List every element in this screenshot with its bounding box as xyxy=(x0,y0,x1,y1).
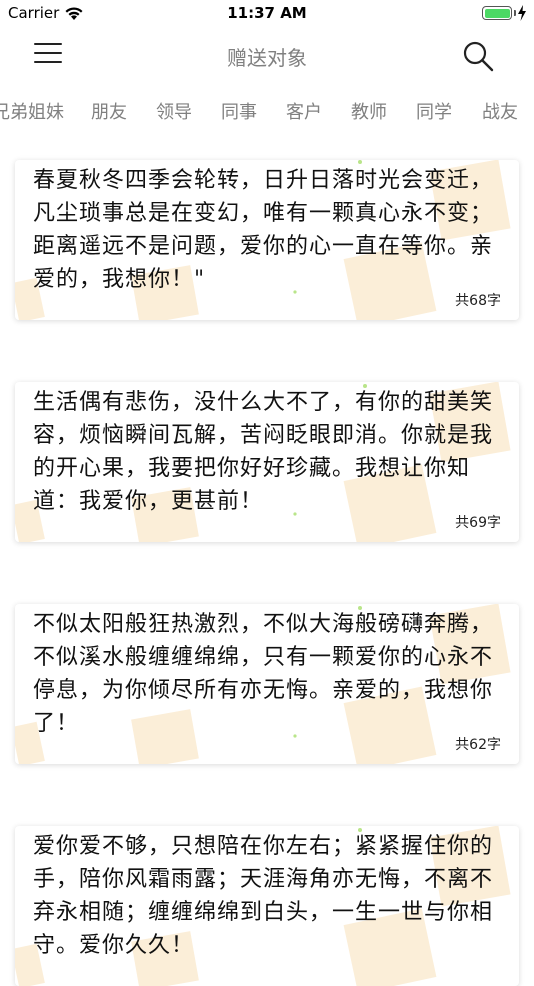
message-text: 生活偶有悲伤，没什么大不了，有你的甜美笑容，烦恼瞬间瓦解，苦闷眨眼即消。你就是我… xyxy=(33,390,494,514)
message-card[interactable]: 不似太阳般狂热激烈，不似大海般磅礴奔腾，不似溪水般缠缠绵绵，只有一颗爱你的心永不… xyxy=(15,604,519,764)
search-icon[interactable] xyxy=(462,40,494,72)
tab-comrades[interactable]: 战友 xyxy=(482,98,518,124)
tab-clients[interactable]: 客户 xyxy=(286,98,322,124)
message-text: 不似太阳般狂热激烈，不似大海般磅礴奔腾，不似溪水般缠缠绵绵，只有一颗爱你的心永不… xyxy=(33,612,494,736)
tab-classmates[interactable]: 同学 xyxy=(416,98,452,124)
message-card[interactable]: 生活偶有悲伤，没什么大不了，有你的甜美笑容，烦恼瞬间瓦解，苦闷眨眼即消。你就是我… xyxy=(15,382,519,542)
message-card[interactable]: 爱你爱不够，只想陪在你左右；紧紧握住你的手，陪你风霜雨露；天涯海角亦无悔，不离不… xyxy=(15,826,519,986)
battery-icon xyxy=(482,6,512,20)
battery-tip xyxy=(514,10,516,16)
tab-colleagues[interactable]: 同事 xyxy=(221,98,257,124)
charging-icon xyxy=(518,5,526,21)
page-title: 赠送对象 xyxy=(227,46,307,70)
message-text: 爱你爱不够，只想陪在你左右；紧紧握住你的手，陪你风霜雨露；天涯海角亦无悔，不离不… xyxy=(33,834,494,958)
tab-friends[interactable]: 朋友 xyxy=(91,98,127,124)
tab-siblings[interactable]: 兄弟姐妹 xyxy=(0,98,64,124)
tab-teachers[interactable]: 教师 xyxy=(351,98,387,124)
status-bar: Carrier 11:37 AM xyxy=(0,0,534,28)
tab-leaders[interactable]: 领导 xyxy=(156,98,192,124)
battery-fill xyxy=(484,8,510,18)
category-tabs: 兄弟姐妹 朋友 领导 同事 客户 教师 同学 战友 xyxy=(0,86,534,134)
clock: 11:37 AM xyxy=(227,4,307,22)
word-count: 共62字 xyxy=(455,737,501,753)
word-count: 共69字 xyxy=(455,515,501,531)
message-card[interactable]: 春夏秋冬四季会轮转，日升日落时光会变迁，凡尘琐事总是在变幻，唯有一颗真心永不变；… xyxy=(15,160,519,320)
word-count: 共68字 xyxy=(455,293,501,309)
message-text: 春夏秋冬四季会轮转，日升日落时光会变迁，凡尘琐事总是在变幻，唯有一颗真心永不变；… xyxy=(33,168,494,292)
navigation-bar: 赠送对象 xyxy=(0,28,534,82)
